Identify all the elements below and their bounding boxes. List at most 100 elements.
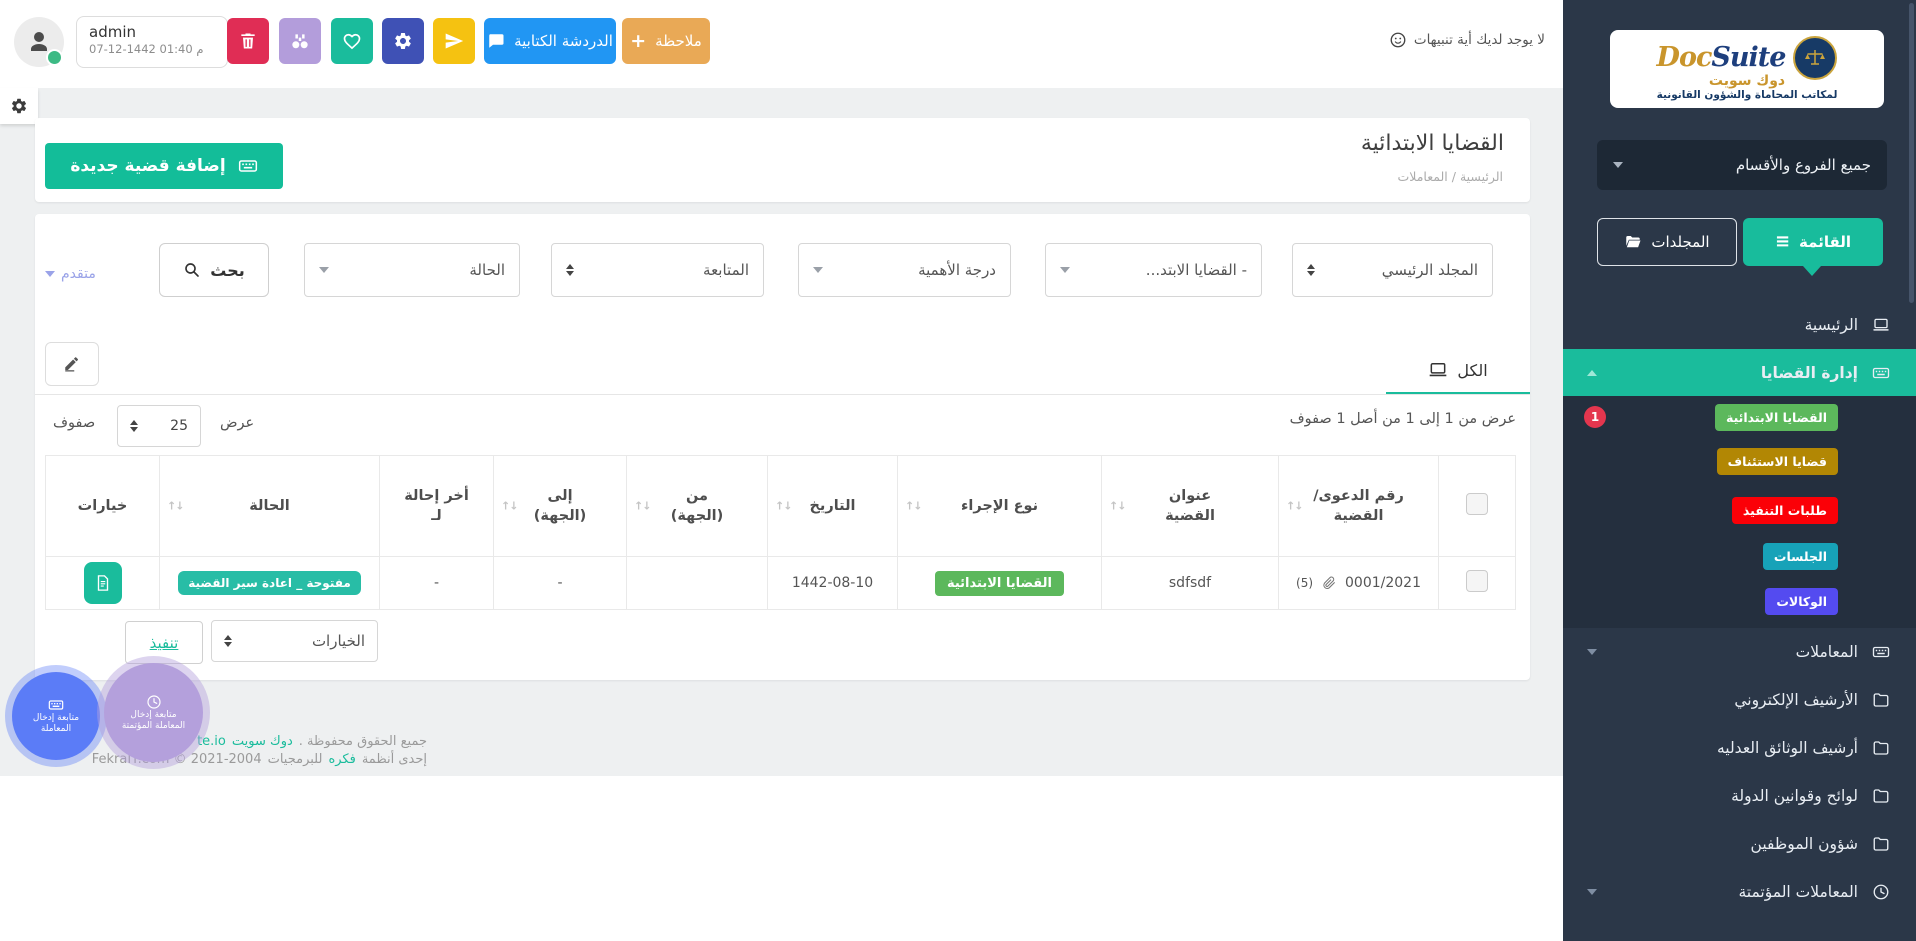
header-from-entity[interactable]: من(الجهة) ↓↑ [627, 456, 768, 557]
brand-logo[interactable]: DocSuite دوك سويت لمكاتب المحاماة والشؤو… [1610, 30, 1884, 108]
sort-icon[interactable]: ↓↑ [1109, 500, 1125, 513]
filter-follow-up[interactable]: المتابعة [551, 243, 764, 297]
company-link[interactable]: فكره [328, 751, 355, 769]
clock-icon [1872, 883, 1890, 901]
sort-icon[interactable]: ↓↑ [634, 500, 650, 513]
add-note-button[interactable]: + ملاحظة [622, 18, 710, 64]
header-checkbox-cell[interactable] [1439, 456, 1516, 557]
row-checkbox-cell[interactable] [1439, 557, 1516, 610]
tab-all-label: الكل [1457, 361, 1487, 380]
menu-tab[interactable]: ≡ القائمة [1743, 218, 1883, 266]
follow-entry-fab[interactable]: متابعة إدخال المعاملة [12, 672, 100, 760]
filter-importance[interactable]: درجة الأهمية [798, 243, 1011, 297]
header-case-title[interactable]: عنوانالقضية ↓↑ [1102, 456, 1279, 557]
follow-entry-auto-label: متابعة إدخال المعاملة المؤتمتة [122, 710, 186, 732]
plus-icon: + [630, 30, 646, 52]
add-case-label: إضافة قضية جديدة [70, 156, 225, 176]
settings-button[interactable] [382, 18, 424, 64]
submenu-agencies[interactable]: الوكالات [1765, 588, 1838, 615]
search-button[interactable]: بحث [159, 243, 269, 297]
filter-status[interactable]: الحالة [304, 243, 520, 297]
sidebar-item-automated-transactions[interactable]: المعاملات المؤتمتة [1563, 868, 1916, 916]
branches-label: جميع الفروع والأقسام [1736, 156, 1871, 174]
sort-icon[interactable]: ↓↑ [501, 500, 517, 513]
folders-tab[interactable]: المجلدات [1597, 218, 1737, 266]
sidebar-item-hr[interactable]: شؤون الموظفين [1563, 820, 1916, 868]
gear-icon [393, 31, 413, 51]
company-post: للبرمجيات [268, 751, 323, 769]
sidebar-item-home[interactable]: الرئيسية [1563, 301, 1916, 349]
trash-button[interactable] [227, 18, 269, 64]
advanced-search-link[interactable]: متقدم [45, 266, 96, 282]
sidebar-item-judicial-docs[interactable]: أرشيف الوثائق العدليه [1563, 724, 1916, 772]
tab-all[interactable]: الكل [1386, 345, 1530, 395]
case-number: 0001/2021 [1345, 575, 1421, 591]
chevron-down-icon [813, 267, 823, 273]
cell-date: 1442-08-10 [768, 557, 898, 610]
sort-icon[interactable]: ↓↑ [775, 500, 791, 513]
binoculars-icon [290, 31, 310, 51]
sidebar-scrollbar[interactable] [1909, 3, 1914, 303]
no-notifications-text: لا يوجد لديك أية تنبيهات [1414, 32, 1545, 48]
person-icon [27, 30, 51, 54]
settings-tab[interactable] [0, 88, 38, 124]
sort-icon[interactable]: ↓↑ [167, 500, 183, 513]
rows-label: صفوف [53, 415, 95, 431]
sidebar-item-e-archive[interactable]: الأرشيف الإلكتروني [1563, 676, 1916, 724]
sidebar-item-state-laws[interactable]: لوائح وقوانين الدولة [1563, 772, 1916, 820]
main-area: admin م 01:40 1442-12-07 الدردشة الكتابي… [0, 0, 1563, 941]
follow-entry-auto-fab[interactable]: متابعة إدخال المعاملة المؤتمتة [104, 663, 203, 762]
breadcrumb[interactable]: الرئيسية / المعاملات [1398, 169, 1503, 184]
sidebar-item-case-management[interactable]: إدارة القضايا [1563, 349, 1916, 396]
avatar[interactable] [14, 17, 64, 67]
header-status[interactable]: الحالة ↓↑ [160, 456, 380, 557]
header-action-type[interactable]: نوع الإجراء ↓↑ [898, 456, 1102, 557]
site-link-fragment[interactable]: te.io [197, 733, 226, 751]
execute-button[interactable]: تنفيذ [125, 621, 203, 664]
login-datetime: م 01:40 1442-12-07 [89, 42, 215, 57]
edit-view-button[interactable] [45, 342, 99, 386]
cell-case-number: 0001/2021 (5) [1279, 557, 1439, 610]
sidebar-item-lawyer-card[interactable]: بطاقة المحامي [1563, 928, 1916, 941]
send-button[interactable] [433, 18, 475, 64]
menu-tab-label: القائمة [1799, 233, 1851, 251]
action-type-badge[interactable]: القضايا الابتدائية [935, 571, 1064, 596]
brand-tagline: لمكاتب المحاماة والشؤون القانونية [1657, 89, 1838, 102]
filter-case-type[interactable]: - القضايا الابتد... [1045, 243, 1262, 297]
sort-icon[interactable]: ↓↑ [905, 500, 921, 513]
notifications-status[interactable]: لا يوجد لديك أية تنبيهات [1389, 31, 1545, 49]
sort-icon[interactable]: ↓↑ [1286, 500, 1302, 513]
sidebar-item-transactions[interactable]: المعاملات [1563, 628, 1916, 676]
bulk-options-select[interactable]: الخيارات [211, 620, 378, 662]
updown-icon [566, 264, 574, 276]
page-title: القضايا الابتدائية [1361, 131, 1504, 156]
chevron-down-icon [1060, 267, 1070, 273]
attachments-count[interactable]: (5) [1296, 576, 1313, 590]
keyboard-icon [238, 156, 258, 176]
filter-main-folder[interactable]: المجلد الرئيسي [1292, 243, 1493, 297]
chat-button[interactable]: الدردشة الكتابية [484, 18, 616, 64]
header-case-number[interactable]: رقم الدعوى/القضية ↓↑ [1279, 456, 1439, 557]
submenu-appeal-cases[interactable]: قضايا الاستئناف [1717, 448, 1838, 475]
submenu-execution-requests[interactable]: طلبات التنفيذ [1732, 497, 1838, 524]
favorites-button[interactable] [331, 18, 373, 64]
user-info-box[interactable]: admin م 01:40 1442-12-07 [76, 16, 228, 68]
follow-entry-label: متابعة إدخال المعاملة [24, 713, 88, 735]
open-case-button[interactable] [84, 562, 122, 604]
header-to-entity[interactable]: إلى(الجهة) ↓↑ [494, 456, 627, 557]
document-icon [94, 574, 112, 592]
trash-icon [238, 31, 258, 51]
submenu-sessions[interactable]: الجلسات [1763, 543, 1838, 570]
row-checkbox[interactable] [1466, 570, 1488, 592]
gear-icon [10, 97, 28, 115]
add-case-button[interactable]: إضافة قضية جديدة [45, 143, 283, 189]
select-all-checkbox[interactable] [1466, 493, 1488, 515]
paperclip-icon[interactable] [1321, 575, 1337, 591]
bulk-options-label: الخيارات [312, 632, 365, 650]
submenu-primary-cases[interactable]: القضايا الابتدائية [1715, 404, 1838, 431]
page-size-select[interactable]: 25 [117, 405, 201, 447]
branches-select[interactable]: جميع الفروع والأقسام [1597, 140, 1887, 190]
header-date[interactable]: التاريخ ↓↑ [768, 456, 898, 557]
binoculars-button[interactable] [279, 18, 321, 64]
brand-link[interactable]: دوك سويت [232, 733, 293, 751]
